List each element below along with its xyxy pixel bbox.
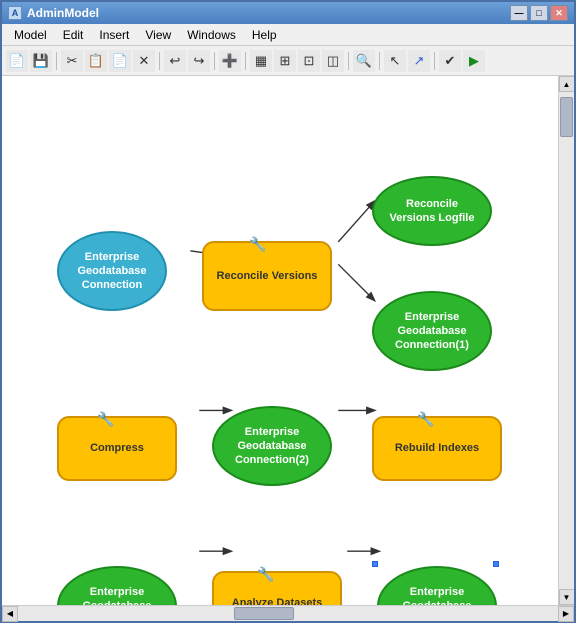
tb-sep5 — [348, 52, 349, 70]
scrollbar-horizontal[interactable]: ◀ ▶ — [2, 605, 574, 621]
window-title: AdminModel — [27, 6, 99, 20]
node-rebuild-indexes[interactable]: Rebuild Indexes — [372, 416, 502, 481]
tool-icon-analyze: 🔧 — [257, 566, 274, 583]
main-window: A AdminModel — □ ✕ Model Edit Insert Vie… — [0, 0, 576, 623]
menu-bar: Model Edit Insert View Windows Help — [2, 24, 574, 46]
node-enterprise-geo-conn[interactable]: EnterpriseGeodatabaseConnection — [57, 231, 167, 311]
maximize-button[interactable]: □ — [530, 5, 548, 21]
tb-connect[interactable]: ↗ — [408, 50, 430, 72]
tb-undo[interactable]: ↩ — [164, 50, 186, 72]
tb-add-tool[interactable]: ➕ — [219, 50, 241, 72]
tb-zoom-full[interactable]: ⊡ — [298, 50, 320, 72]
minimize-button[interactable]: — — [510, 5, 528, 21]
menu-view[interactable]: View — [137, 26, 179, 44]
tb-sep3 — [214, 52, 215, 70]
tool-icon-reconcile: 🔧 — [249, 236, 266, 253]
close-button[interactable]: ✕ — [550, 5, 568, 21]
node-reconcile-logfile[interactable]: ReconcileVersions Logfile — [372, 176, 492, 246]
tb-zoom-in[interactable]: 🔍 — [353, 50, 375, 72]
menu-windows[interactable]: Windows — [179, 26, 244, 44]
scroll-down-button[interactable]: ▼ — [559, 589, 575, 605]
scroll-left-button[interactable]: ◀ — [2, 606, 18, 622]
scroll-right-button[interactable]: ▶ — [558, 606, 574, 622]
tb-select[interactable]: ↖ — [384, 50, 406, 72]
tb-fit[interactable]: ⊞ — [274, 50, 296, 72]
diagram-canvas[interactable]: EnterpriseGeodatabaseConnection Reconcil… — [2, 76, 558, 605]
tool-icon-compress: 🔧 — [97, 411, 114, 428]
scroll-track-h[interactable] — [18, 606, 558, 621]
tb-validate[interactable]: ✔ — [439, 50, 461, 72]
menu-insert[interactable]: Insert — [91, 26, 137, 44]
title-bar-controls: — □ ✕ — [510, 5, 568, 21]
tb-sep6 — [379, 52, 380, 70]
node-enterprise-geo-conn-4[interactable]: EnterpriseGeodatabaseConnection(4) — [377, 566, 497, 605]
node-analyze-datasets[interactable]: Analyze Datasets — [212, 571, 342, 605]
tb-run[interactable]: ▶ — [463, 50, 485, 72]
scroll-thumb-h[interactable] — [234, 607, 294, 620]
tb-paste[interactable]: 📄 — [109, 50, 131, 72]
node-enterprise-geo-conn-1[interactable]: EnterpriseGeodatabaseConnection(1) — [372, 291, 492, 371]
tb-sep7 — [434, 52, 435, 70]
node-compress[interactable]: Compress — [57, 416, 177, 481]
node-enterprise-geo-conn-3[interactable]: EnterpriseGeodatabaseConnection(3) — [57, 566, 177, 605]
scrollbar-vertical[interactable]: ▲ ▼ — [558, 76, 574, 605]
tb-cut[interactable]: ✂ — [61, 50, 83, 72]
tb-zoom-sel[interactable]: ◫ — [322, 50, 344, 72]
menu-edit[interactable]: Edit — [55, 26, 92, 44]
tb-copy[interactable]: 📋 — [85, 50, 107, 72]
scroll-up-button[interactable]: ▲ — [559, 76, 575, 92]
node-reconcile-versions[interactable]: Reconcile Versions — [202, 241, 332, 311]
tb-sep2 — [159, 52, 160, 70]
tb-sep1 — [56, 52, 57, 70]
title-bar: A AdminModel — □ ✕ — [2, 2, 574, 24]
tb-new[interactable]: 📄 — [6, 50, 28, 72]
tb-save[interactable]: 💾 — [30, 50, 52, 72]
window-icon: A — [8, 6, 22, 20]
tb-sep4 — [245, 52, 246, 70]
content-area: EnterpriseGeodatabaseConnection Reconcil… — [2, 76, 574, 605]
menu-model[interactable]: Model — [6, 26, 55, 44]
scroll-thumb-v[interactable] — [560, 97, 573, 137]
toolbar: 📄 💾 ✂ 📋 📄 ✕ ↩ ↪ ➕ ▦ ⊞ ⊡ ◫ 🔍 ↖ ↗ ✔ ▶ — [2, 46, 574, 76]
menu-help[interactable]: Help — [244, 26, 285, 44]
sel-dot-tr — [493, 561, 499, 567]
tool-icon-rebuild: 🔧 — [417, 411, 434, 428]
sel-dot-tl — [372, 561, 378, 567]
node-enterprise-geo-conn-2[interactable]: EnterpriseGeodatabaseConnection(2) — [212, 406, 332, 486]
scroll-track-v[interactable] — [559, 92, 574, 589]
tb-delete[interactable]: ✕ — [133, 50, 155, 72]
tb-redo[interactable]: ↪ — [188, 50, 210, 72]
tb-grid[interactable]: ▦ — [250, 50, 272, 72]
